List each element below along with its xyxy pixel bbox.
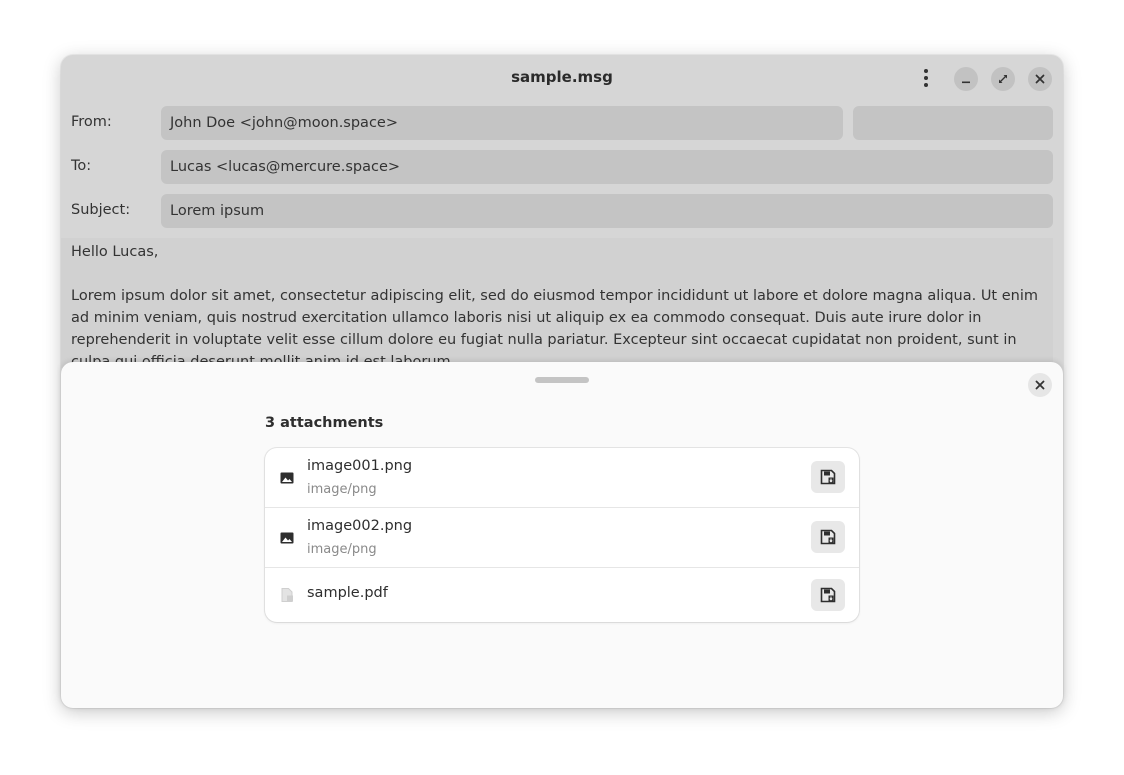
minimize-button[interactable] [954,67,978,91]
floppy-disk-icon [820,587,836,603]
to-field[interactable]: Lucas <lucas@mercure.space> [161,150,1053,184]
floppy-disk-icon [820,529,836,545]
to-row: To: Lucas <lucas@mercure.space> [71,150,1053,184]
attachment-type: image/png [307,542,377,557]
close-window-button[interactable] [1028,67,1052,91]
attachment-row[interactable]: image002.png image/png [265,508,859,568]
title-bar[interactable]: sample.msg [61,55,1063,101]
close-sheet-button[interactable] [1028,373,1052,397]
main-menu-button[interactable] [914,66,938,90]
close-icon [1035,380,1045,390]
attachment-name: image001.png [307,458,413,474]
message-body[interactable]: Hello Lucas, Lorem ipsum dolor sit amet,… [61,238,1053,370]
sheet-drag-handle[interactable] [535,377,589,383]
window-title: sample.msg [511,68,613,86]
to-label: To: [71,158,92,174]
image-icon [280,532,294,544]
minimize-icon [962,81,970,84]
document-icon [281,588,293,602]
maximize-button[interactable] [991,67,1015,91]
attachments-list: image001.png image/png image002.png imag… [265,448,859,622]
from-label: From: [71,114,112,130]
attachments-sheet: 3 attachments image001.png image/png ima… [61,362,1063,708]
attachment-name: image002.png [307,518,413,534]
save-attachment-button[interactable] [811,579,845,611]
attachments-title: 3 attachments [265,415,384,431]
attachment-row[interactable]: image001.png image/png [265,448,859,508]
floppy-disk-icon [820,469,836,485]
attachment-name: sample.pdf [307,585,388,601]
message-greeting: Hello Lucas, [71,244,159,260]
close-icon [1035,74,1045,84]
save-attachment-button[interactable] [811,461,845,493]
vertical-dots-icon [924,69,928,73]
image-icon [280,472,294,484]
subject-field[interactable]: Lorem ipsum [161,194,1053,228]
message-paragraph: Lorem ipsum dolor sit amet, consectetur … [71,288,1038,370]
attachment-type: image/png [307,482,377,497]
subject-label: Subject: [71,202,131,218]
maximize-icon [999,75,1007,83]
from-extra-field[interactable] [853,106,1053,140]
attachment-row[interactable]: sample.pdf [265,568,859,622]
from-field[interactable]: John Doe <john@moon.space> [161,106,843,140]
from-row: From: John Doe <john@moon.space> [71,106,853,140]
subject-row: Subject: Lorem ipsum [71,194,1053,228]
save-attachment-button[interactable] [811,521,845,553]
